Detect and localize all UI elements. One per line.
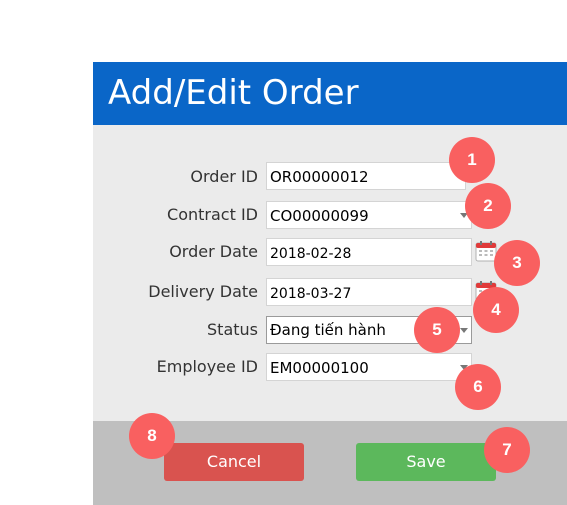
cancel-button[interactable]: Cancel [164, 443, 304, 481]
order-id-label: Order ID [190, 167, 258, 186]
chevron-down-icon [460, 328, 468, 333]
status-label: Status [207, 320, 258, 339]
contract-id-value: CO00000099 [270, 207, 369, 225]
annotation-badge-4: 4 [473, 287, 519, 333]
annotation-badge-8: 8 [129, 413, 175, 459]
annotation-badge-2: 2 [465, 183, 511, 229]
order-date-label: Order Date [169, 242, 258, 261]
order-id-field[interactable]: OR00000012 [266, 162, 466, 190]
annotation-badge-6: 6 [455, 364, 501, 410]
save-button[interactable]: Save [356, 443, 496, 481]
annotation-badge-1: 1 [449, 137, 495, 183]
delivery-date-value: 2018-03-27 [270, 286, 352, 302]
annotation-badge-7: 7 [484, 427, 530, 473]
annotation-badge-5: 5 [414, 307, 460, 353]
dialog-title: Add/Edit Order [108, 73, 359, 113]
employee-id-select[interactable]: EM00000100 [266, 353, 472, 381]
annotation-badge-3: 3 [494, 240, 540, 286]
contract-id-select[interactable]: CO00000099 [266, 201, 472, 229]
delivery-date-label: Delivery Date [148, 282, 258, 301]
order-date-field[interactable]: 2018-02-28 [266, 238, 472, 266]
delivery-date-field[interactable]: 2018-03-27 [266, 278, 472, 306]
dialog-header: Add/Edit Order [93, 62, 567, 125]
status-value: Đang tiến hành [270, 321, 386, 339]
order-id-value: OR00000012 [270, 168, 369, 186]
employee-id-label: Employee ID [156, 357, 258, 376]
order-date-value: 2018-02-28 [270, 246, 352, 262]
contract-id-label: Contract ID [167, 205, 258, 224]
employee-id-value: EM00000100 [270, 359, 369, 377]
